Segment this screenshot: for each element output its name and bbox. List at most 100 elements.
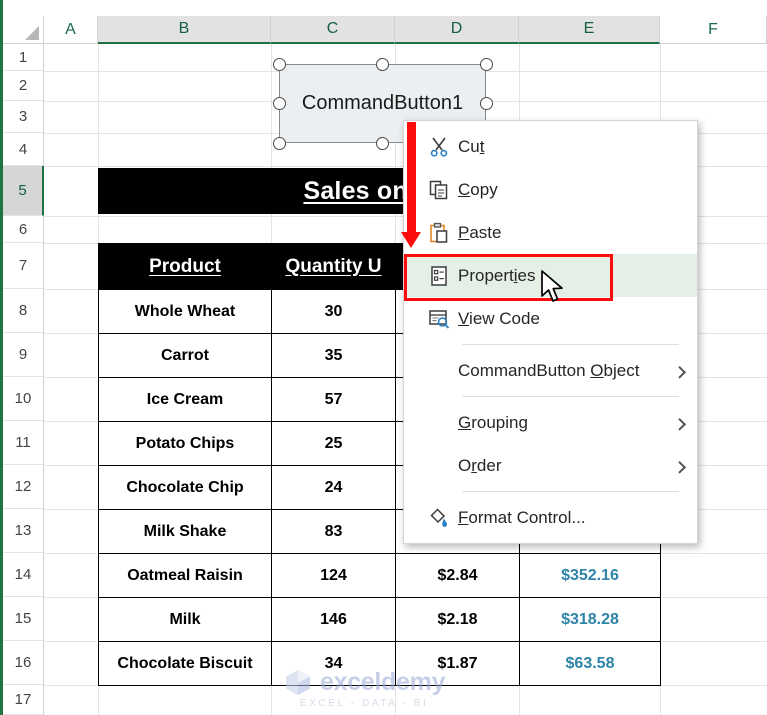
table-cell-quantity[interactable]: 24: [271, 465, 396, 510]
column-header-a[interactable]: A: [44, 16, 98, 44]
menu-item-label: View Code: [458, 308, 540, 328]
menu-item-label: CommandButton Object: [458, 360, 640, 380]
column-header-e[interactable]: E: [519, 16, 660, 44]
menu-item-copy[interactable]: Copy: [404, 168, 697, 211]
mouse-cursor: [541, 270, 563, 302]
table-cell-product[interactable]: Carrot: [98, 333, 272, 378]
column-header-row: ABCDEF: [0, 16, 767, 44]
menu-item-cut[interactable]: Cut: [404, 125, 697, 168]
chevron-right-icon: [673, 460, 687, 474]
context-menu[interactable]: Cut Copy Paste Properties View Code CommandBu…: [403, 120, 698, 544]
menu-item-label: Cut: [458, 136, 485, 156]
table-header-cell-1: Quantity U: [271, 243, 396, 290]
table-cell-product[interactable]: Ice Cream: [98, 377, 272, 422]
table-cell-product[interactable]: Potato Chips: [98, 421, 272, 466]
table-cell-price[interactable]: $2.18: [395, 597, 520, 642]
column-header-c[interactable]: C: [271, 16, 395, 44]
menu-icon-slot: [420, 452, 458, 480]
menu-separator: [462, 491, 679, 492]
menu-item-format-control[interactable]: Format Control...: [404, 496, 697, 539]
resize-handle-2[interactable]: [479, 57, 493, 71]
row-header-9[interactable]: 9: [3, 333, 44, 377]
menu-item-label: Properties: [458, 265, 536, 285]
menu-icon-slot: [420, 409, 458, 437]
table-cell-quantity[interactable]: 25: [271, 421, 396, 466]
row-header-1[interactable]: 1: [3, 44, 44, 71]
resize-handle-0[interactable]: [272, 57, 286, 71]
select-all-corner[interactable]: [3, 16, 44, 44]
table-row: Oatmeal Raisin 124 $2.84 $352.16: [98, 553, 661, 598]
row-header-4[interactable]: 4: [3, 133, 44, 166]
table-cell-price[interactable]: $1.87: [395, 641, 520, 686]
view-code-icon: [429, 309, 450, 329]
menu-separator: [462, 396, 679, 397]
row-header-7[interactable]: 7: [3, 243, 44, 289]
table-cell-quantity[interactable]: 34: [271, 641, 396, 686]
row-header-15[interactable]: 15: [3, 597, 44, 641]
table-cell-product[interactable]: Milk: [98, 597, 272, 642]
annotation-arrow-shaft: [407, 122, 416, 234]
table-cell-quantity[interactable]: 57: [271, 377, 396, 422]
table-cell-total[interactable]: $352.16: [519, 553, 661, 598]
row-header-3[interactable]: 3: [3, 101, 44, 133]
menu-item-commandbutton-object[interactable]: CommandButton Object: [404, 349, 697, 392]
table-cell-total[interactable]: $318.28: [519, 597, 661, 642]
column-header-b[interactable]: B: [98, 16, 271, 44]
row-header-16[interactable]: 16: [3, 641, 44, 685]
table-cell-quantity[interactable]: 30: [271, 289, 396, 334]
table-cell-product[interactable]: Milk Shake: [98, 509, 272, 554]
view-code-icon: [420, 305, 458, 333]
menu-icon-slot: [420, 357, 458, 385]
scissors-icon: [420, 133, 458, 161]
table-cell-product[interactable]: Oatmeal Raisin: [98, 553, 272, 598]
chevron-right-icon: [673, 417, 687, 431]
pane-left-edge: [0, 0, 3, 715]
annotation-arrow-head: [401, 232, 421, 248]
copy-icon: [429, 180, 448, 199]
scissors-icon: [430, 137, 448, 157]
menu-item-paste[interactable]: Paste: [404, 211, 697, 254]
resize-handle-1[interactable]: [376, 57, 389, 71]
row-header-5[interactable]: 5: [3, 166, 44, 216]
row-header-6[interactable]: 6: [3, 216, 44, 243]
properties-icon: [420, 262, 458, 290]
table-cell-product[interactable]: Whole Wheat: [98, 289, 272, 334]
row-header-17[interactable]: 17: [3, 685, 44, 715]
row-header-10[interactable]: 10: [3, 377, 44, 421]
resize-handle-4[interactable]: [479, 97, 493, 110]
row-header-2[interactable]: 2: [3, 71, 44, 101]
table-header-cell-0: Product: [98, 243, 272, 290]
menu-item-order[interactable]: Order: [404, 444, 697, 487]
resize-handle-5[interactable]: [272, 136, 286, 150]
table-cell-quantity[interactable]: 146: [271, 597, 396, 642]
table-cell-quantity[interactable]: 83: [271, 509, 396, 554]
row-header-14[interactable]: 14: [3, 553, 44, 597]
table-cell-quantity[interactable]: 35: [271, 333, 396, 378]
clipboard-icon: [430, 222, 448, 243]
row-header-8[interactable]: 8: [3, 289, 44, 333]
resize-handle-3[interactable]: [272, 97, 286, 110]
clipboard-icon: [420, 219, 458, 247]
column-header-d[interactable]: D: [395, 16, 519, 44]
menu-separator: [462, 344, 679, 345]
pane-top-edge: [0, 0, 767, 3]
resize-handle-6[interactable]: [376, 136, 389, 150]
table-cell-price[interactable]: $2.84: [395, 553, 520, 598]
column-header-f[interactable]: F: [660, 16, 767, 44]
menu-item-label: Format Control...: [458, 507, 586, 527]
menu-item-grouping[interactable]: Grouping: [404, 401, 697, 444]
table-cell-total[interactable]: $63.58: [519, 641, 661, 686]
table-row: Milk 146 $2.18 $318.28: [98, 597, 661, 642]
table-row: Chocolate Biscuit 34 $1.87 $63.58: [98, 641, 661, 686]
table-cell-product[interactable]: Chocolate Chip: [98, 465, 272, 510]
row-header-11[interactable]: 11: [3, 421, 44, 465]
chevron-right-icon: [673, 365, 687, 379]
menu-item-label: Copy: [458, 179, 498, 199]
row-header-12[interactable]: 12: [3, 465, 44, 509]
row-header-13[interactable]: 13: [3, 509, 44, 553]
table-cell-product[interactable]: Chocolate Biscuit: [98, 641, 272, 686]
table-cell-quantity[interactable]: 124: [271, 553, 396, 598]
copy-icon: [420, 176, 458, 204]
properties-icon: [431, 265, 447, 286]
command-button-label: CommandButton1: [301, 92, 464, 114]
